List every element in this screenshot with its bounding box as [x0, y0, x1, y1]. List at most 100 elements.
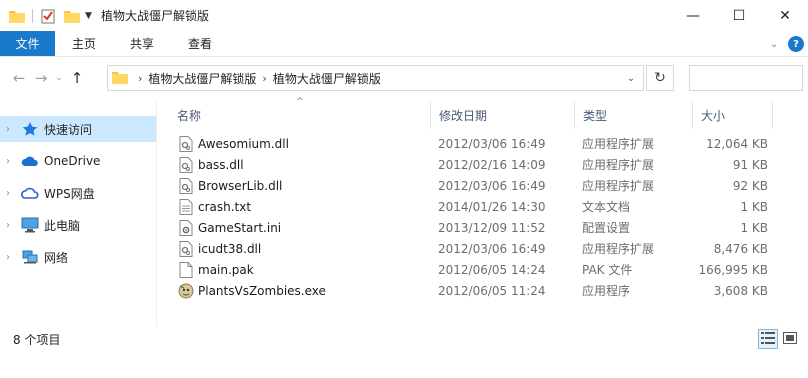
- dll-file-icon: [178, 135, 194, 152]
- nav-item-onedrive[interactable]: › OneDrive: [0, 145, 156, 177]
- wps-cloud-icon: [20, 184, 40, 202]
- nav-item-label: WPS网盘: [44, 186, 95, 201]
- close-button[interactable]: ✕: [762, 0, 808, 31]
- column-header-row: 名称 修改日期 类型 大小: [168, 99, 808, 131]
- details-view-button[interactable]: [758, 329, 778, 349]
- search-input[interactable]: [689, 65, 803, 91]
- breadcrumb-separator-icon[interactable]: ›: [138, 72, 142, 85]
- large-icons-view-button[interactable]: [780, 329, 800, 349]
- file-type: 配置设置: [582, 221, 631, 235]
- column-header-size[interactable]: 大小: [692, 99, 772, 131]
- expand-arrow-icon[interactable]: ›: [6, 156, 18, 167]
- column-header-type[interactable]: 类型: [574, 99, 692, 131]
- folder-icon: [8, 7, 26, 25]
- file-name: crash.txt: [198, 199, 252, 214]
- file-size: 8,476 KB: [713, 241, 768, 256]
- file-row[interactable]: main.pak 2012/06/05 14:24 PAK 文件 166,995…: [168, 259, 808, 280]
- file-size: 92 KB: [732, 178, 768, 193]
- column-header-date[interactable]: 修改日期: [430, 99, 574, 131]
- file-name-cell: GameStart.ini: [178, 217, 281, 238]
- file-name-cell: main.pak: [178, 259, 254, 280]
- help-icon[interactable]: ?: [788, 36, 804, 52]
- file-list: ^ 名称 修改日期 类型 大小 Awesomium.dll 2012/03/06…: [168, 97, 808, 298]
- navigation-bar: ← → ⌄ ↑ › 植物大战僵尸解锁版 › 植物大战僵尸解锁版 ⌄ ↻: [0, 57, 808, 99]
- breadcrumb-separator-icon[interactable]: ›: [262, 72, 266, 85]
- window-title: 植物大战僵尸解锁版: [101, 9, 210, 23]
- file-name-cell: crash.txt: [178, 196, 251, 217]
- file-name-cell: icudt38.dll: [178, 238, 261, 259]
- recent-locations-dropdown-icon[interactable]: ⌄: [52, 67, 66, 89]
- view-switcher: [756, 329, 800, 349]
- file-date: 2012/03/06 16:49: [438, 178, 546, 193]
- expand-arrow-icon[interactable]: ›: [6, 124, 18, 135]
- file-size: 3,608 KB: [713, 283, 768, 298]
- file-name: icudt38.dll: [198, 241, 262, 256]
- column-divider[interactable]: [772, 101, 773, 129]
- nav-item-this-pc[interactable]: › 此电脑: [0, 209, 156, 241]
- file-size: 166,995 KB: [698, 262, 768, 277]
- file-row[interactable]: bass.dll 2012/02/16 14:09 应用程序扩展 91 KB: [168, 154, 808, 175]
- nav-item-label: 网络: [44, 250, 69, 265]
- breadcrumb-item[interactable]: 植物大战僵尸解锁版: [273, 70, 381, 87]
- nav-item-wps-cloud[interactable]: › WPS网盘: [0, 177, 156, 209]
- file-date: 2012/06/05 11:24: [438, 283, 546, 298]
- refresh-button[interactable]: ↻: [646, 65, 674, 91]
- expand-ribbon-icon[interactable]: ⌄: [764, 39, 784, 50]
- nav-item-quick-access[interactable]: › 快速访问: [0, 116, 156, 142]
- file-name: BrowserLib.dll: [198, 178, 283, 193]
- file-name-cell: Awesomium.dll: [178, 133, 289, 154]
- file-name-cell: BrowserLib.dll: [178, 175, 282, 196]
- file-type: PAK 文件: [582, 263, 633, 277]
- title-bar: ▼ 植物大战僵尸解锁版 — ☐ ✕: [0, 0, 808, 31]
- file-row[interactable]: crash.txt 2014/01/26 14:30 文本文档 1 KB: [168, 196, 808, 217]
- nav-item-label: 快速访问: [44, 122, 93, 137]
- expand-arrow-icon[interactable]: ›: [6, 188, 18, 199]
- file-date: 2012/03/06 16:49: [438, 136, 546, 151]
- address-bar[interactable]: › 植物大战僵尸解锁版 › 植物大战僵尸解锁版 ⌄: [107, 65, 644, 91]
- file-row[interactable]: Awesomium.dll 2012/03/06 16:49 应用程序扩展 12…: [168, 133, 808, 154]
- dll-file-icon: [178, 156, 194, 173]
- nav-item-network[interactable]: › 网络: [0, 241, 156, 273]
- minimize-button[interactable]: —: [670, 0, 716, 31]
- file-row[interactable]: PlantsVsZombies.exe 2012/06/05 11:24 应用程…: [168, 280, 808, 301]
- star-icon: [20, 120, 40, 138]
- file-type: 应用程序扩展: [582, 158, 655, 172]
- network-icon: [20, 248, 40, 266]
- dll-file-icon: [178, 177, 194, 194]
- back-arrow-icon[interactable]: ←: [8, 67, 30, 89]
- maximize-button[interactable]: ☐: [716, 0, 762, 31]
- exe-app-icon: [178, 283, 194, 299]
- tab-share[interactable]: 共享: [113, 31, 171, 56]
- file-type: 应用程序扩展: [582, 137, 655, 151]
- address-dropdown-icon[interactable]: ⌄: [619, 66, 643, 90]
- file-name-cell: bass.dll: [178, 154, 244, 175]
- folder-icon: [112, 70, 128, 87]
- file-name: Awesomium.dll: [198, 136, 289, 151]
- file-size: 1 KB: [740, 220, 768, 235]
- dll-file-icon: [178, 240, 194, 257]
- tab-file[interactable]: 文件: [0, 31, 55, 56]
- cloud-icon: [20, 152, 40, 170]
- file-date: 2013/12/09 11:52: [438, 220, 546, 235]
- file-row[interactable]: GameStart.ini 2013/12/09 11:52 配置设置 1 KB: [168, 217, 808, 238]
- file-row[interactable]: icudt38.dll 2012/03/06 16:49 应用程序扩展 8,47…: [168, 238, 808, 259]
- breadcrumb-item[interactable]: 植物大战僵尸解锁版: [148, 70, 256, 87]
- file-name: GameStart.ini: [198, 220, 282, 235]
- file-date: 2012/02/16 14:09: [438, 157, 546, 172]
- up-arrow-icon[interactable]: ↑: [66, 67, 88, 89]
- file-row[interactable]: BrowserLib.dll 2012/03/06 16:49 应用程序扩展 9…: [168, 175, 808, 196]
- quick-access-toolbar: ▼: [0, 0, 97, 31]
- column-header-name[interactable]: 名称: [168, 99, 430, 131]
- customize-toolbar-dropdown-icon[interactable]: ▼: [85, 11, 97, 21]
- forward-arrow-icon[interactable]: →: [30, 67, 52, 89]
- properties-icon[interactable]: [39, 7, 57, 25]
- file-name: main.pak: [198, 262, 254, 277]
- expand-arrow-icon[interactable]: ›: [6, 220, 18, 231]
- nav-item-label: OneDrive: [44, 154, 101, 168]
- expand-arrow-icon[interactable]: ›: [6, 252, 18, 263]
- large-icons-view-icon: [783, 331, 797, 347]
- new-folder-icon[interactable]: [63, 7, 81, 25]
- toolbar-separator: [32, 8, 33, 23]
- tab-view[interactable]: 查看: [171, 31, 229, 56]
- tab-home[interactable]: 主页: [55, 31, 113, 56]
